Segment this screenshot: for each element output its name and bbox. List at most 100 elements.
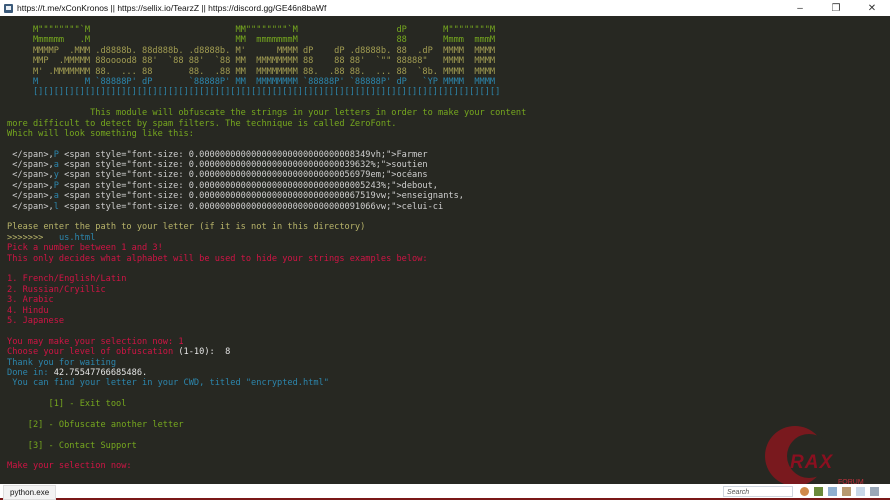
terminal-line: >>>>>>> us.html (0, 233, 890, 243)
watermark-text: RAX (790, 452, 834, 473)
terminal-line: </span>,l <span style="font-size: 0.0000… (0, 202, 890, 212)
terminal-output[interactable]: M""""""""`M MM""""""""`M dP M""""""""M M… (0, 16, 890, 484)
terminal-line: Please enter the path to your letter (if… (0, 222, 890, 232)
terminal-line: [2] - Obfuscate another letter (0, 420, 890, 430)
terminal-line: M M `88888P' dP `88888P' MM MMMMMMMM `88… (0, 77, 890, 87)
terminal-text: M' .MMMMMMM 88. ... 88 88. .88 MM MMMMMM… (7, 66, 496, 77)
terminal-line: Done in: 42.75547766685486. (0, 368, 890, 378)
terminal-text: Thank you for waiting (7, 357, 117, 368)
taskbar-item-python[interactable]: python.exe (3, 485, 57, 500)
terminal-text: Done in: (7, 367, 54, 378)
terminal-text: </span>, (7, 149, 54, 160)
terminal-text: MMMMP .MMM .d8888b. 88d888b. .d8888b. M'… (7, 45, 496, 56)
terminal-text: Which will look something like this: (7, 128, 194, 139)
terminal-line: MMMMP .MMM .d8888b. 88d888b. .d8888b. M'… (0, 46, 890, 56)
terminal-text: </span>, (7, 170, 54, 181)
search-input[interactable]: Search (723, 486, 793, 497)
terminal-line: </span>,a <span style="font-size: 0.0000… (0, 191, 890, 201)
terminal-text: [1] - Exit tool (7, 399, 127, 410)
terminal-text: Mmmmmm .M MM mmmmmmmM 88 Mmmm mmmM (7, 35, 496, 46)
terminal-line: MMP .MMMMM 88ooood8 88' `88 88' `88 MM M… (0, 56, 890, 66)
terminal-text: [][][][][][][][][][][][][][][][][][][][]… (7, 87, 501, 98)
terminal-text: </span>, (7, 201, 54, 212)
terminal-line: [3] - Contact Support (0, 441, 890, 451)
terminal-text: us.html (58, 232, 96, 243)
terminal-line: </span>,P <span style="font-size: 0.0000… (0, 150, 890, 160)
system-tray (800, 487, 879, 496)
minimize-button[interactable]: – (782, 3, 818, 14)
terminal-text: 2. Russian/Cryillic (7, 284, 106, 295)
terminal-line: Mmmmmm .M MM mmmmmmmM 88 Mmmm mmmM (0, 35, 890, 45)
terminal-line: </span>,P <span style="font-size: 0.0000… (0, 181, 890, 191)
terminal-line: [][][][][][][][][][][][][][][][][][][][]… (0, 87, 890, 97)
terminal-line: 3. Arabic (0, 295, 890, 305)
terminal-line: </span>,y <span style="font-size: 0.0000… (0, 170, 890, 180)
terminal-line: Make your selection now: (0, 461, 890, 471)
grid-icon[interactable] (870, 487, 879, 496)
window-title: https://t.me/xConKronos || https://selli… (17, 3, 327, 13)
terminal-line: Pick a number between 1 and 3! (0, 243, 890, 253)
terminal-line: [1] - Exit tool (0, 399, 890, 409)
terminal-line: 4. Hindu (0, 306, 890, 316)
terminal-line: 1. French/English/Latin (0, 274, 890, 284)
restore-button[interactable]: ❐ (818, 3, 854, 14)
terminal-text: <span style="font-size: 0.00000000000000… (58, 201, 444, 212)
terminal-text: <span style="font-size: 0.00000000000000… (58, 149, 428, 160)
key-icon[interactable] (800, 487, 809, 496)
terminal-line: You may make your selection now: 1 (0, 337, 890, 347)
window-controls: – ❐ ✕ (782, 3, 890, 14)
terminal-text: Please enter the path to your letter (if… (7, 222, 366, 233)
terminal-text: >>>>>>> (7, 232, 59, 243)
terminal-text: (1-10): 8 (178, 347, 231, 358)
terminal-text: 3. Arabic (7, 295, 54, 306)
terminal-line: Thank you for waiting (0, 358, 890, 368)
terminal-text: <span style="font-size: 0.00000000000000… (58, 191, 464, 202)
terminal-text: 1. French/English/Latin (7, 274, 127, 285)
terminal-text: Make your selection now: (7, 461, 137, 472)
terminal-line: Choose your level of obfuscation (1-10):… (0, 347, 890, 357)
terminal-line: Which will look something like this: (0, 129, 890, 139)
terminal-text: MMP .MMMMM 88ooood8 88' `88 88' `88 MM M… (7, 56, 496, 67)
terminal-text: 4. Hindu (7, 305, 49, 316)
window-icon[interactable] (856, 487, 865, 496)
terminal-text: You can find your letter in your CWD, ti… (7, 378, 329, 389)
terminal-text: </span>, (7, 180, 54, 191)
console-app-icon (4, 3, 13, 13)
terminal-text: You may make your selection now: 1 (7, 336, 184, 347)
terminal-text: </span>, (7, 160, 54, 171)
terminal-text: [3] - Contact Support (7, 440, 137, 451)
terminal-text: <span style="font-size: 0.00000000000000… (58, 160, 428, 171)
close-button[interactable]: ✕ (854, 3, 890, 14)
terminal-line: </span>,a <span style="font-size: 0.0000… (0, 160, 890, 170)
terminal-text: Choose your level of obfuscation (7, 347, 179, 358)
terminal-text: [2] - Obfuscate another letter (7, 419, 184, 430)
box-icon[interactable] (842, 487, 851, 496)
terminal-text: This module will obfuscate the strings i… (7, 108, 527, 119)
terminal-text: more difficult to detect by spam filters… (7, 118, 397, 129)
window-titlebar: https://t.me/xConKronos || https://selli… (0, 0, 890, 16)
terminal-line: M' .MMMMMMM 88. ... 88 88. .88 MM MMMMMM… (0, 67, 890, 77)
terminal-text: Pick a number between 1 and 3! (7, 243, 163, 254)
terminal-text: M M `88888P' dP `88888P' MM MMMMMMMM `88… (7, 76, 496, 87)
terminal-line: This module will obfuscate the strings i… (0, 108, 890, 118)
terminal-line: M""""""""`M MM""""""""`M dP M""""""""M (0, 25, 890, 35)
taskbar: python.exe Search (0, 484, 890, 500)
terminal-line: 5. Japanese (0, 316, 890, 326)
terminal-line: You can find your letter in your CWD, ti… (0, 378, 890, 388)
terminal-text: This only decides what alphabet will be … (7, 253, 428, 264)
app-icon[interactable] (814, 487, 823, 496)
terminal-line: This only decides what alphabet will be … (0, 254, 890, 264)
terminal-text: <span style="font-size: 0.00000000000000… (58, 170, 428, 181)
terminal-text: M""""""""`M MM""""""""`M dP M""""""""M (7, 25, 496, 35)
terminal-text: 5. Japanese (7, 315, 65, 326)
terminal-line: 2. Russian/Cryillic (0, 285, 890, 295)
monitor-icon[interactable] (828, 487, 837, 496)
